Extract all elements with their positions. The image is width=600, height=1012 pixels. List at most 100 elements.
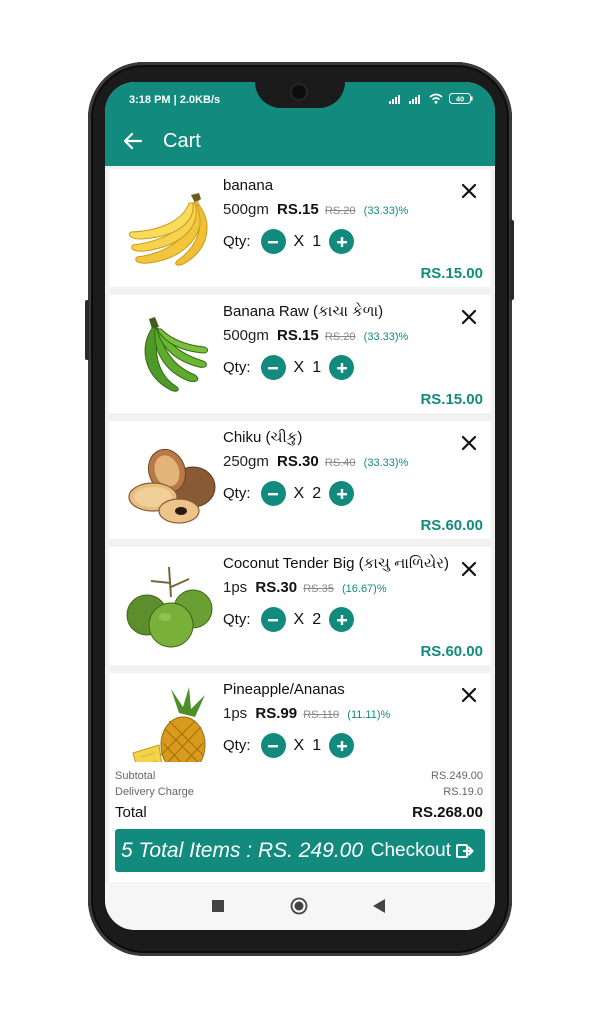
minus-button[interactable] [260,355,286,380]
plus-button[interactable] [329,607,355,632]
times-sign: X [293,232,305,250]
item-price: RS.30 [277,453,319,470]
wifi-icon [429,93,443,104]
cart-summary: Subtotal RS.249.00 Delivery Charge RS.19… [109,762,491,882]
signal-icon [409,94,420,104]
circle-icon[interactable] [290,897,308,915]
price-line: 1ps RS.30 RS.35 (16.67)% [223,579,387,596]
checkout-button[interactable]: 5 Total Items : RS. 249.00 Checkout [115,829,485,872]
battery-icon: 40 [449,93,473,104]
price-line: 500gm RS.15 RS.20 (33.33)% [223,201,408,218]
signal-icon [389,94,400,104]
item-unit: 500gm [223,201,269,218]
minus-button[interactable] [260,733,286,758]
price-line: 500gm RS.15 RS.20 (33.33)% [223,327,408,344]
square-icon[interactable] [212,900,224,912]
status-icons: 40 [389,93,473,104]
times-sign: X [293,610,305,628]
close-icon[interactable] [459,307,479,327]
minus-button[interactable] [260,607,286,632]
item-mrp: RS.35 [303,583,334,595]
qty-label: Qty: [223,611,251,628]
plus-icon [336,488,347,499]
cart-list[interactable]: banana 500gm RS.15 RS.20 (33.33)% Qty: X… [105,166,495,842]
close-icon[interactable] [459,433,479,453]
chiku-image [128,448,216,524]
minus-button[interactable] [260,481,286,506]
minus-icon [268,240,279,243]
front-camera [292,85,306,99]
plus-button[interactable] [329,229,355,254]
page-title: Cart [163,130,201,152]
plus-button[interactable] [329,355,355,380]
qty-value: 2 [312,484,322,502]
item-name: Chiku (ચીકુ) [223,429,303,446]
item-discount: (33.33)% [363,331,409,343]
subtotal-label: Subtotal [115,770,156,782]
price-line: 1ps RS.99 RS.110 (11.11)% [223,705,390,722]
minus-icon [268,618,279,621]
qty-value: 1 [312,358,322,376]
quantity-stepper: Qty: X 2 [223,481,355,506]
item-discount: (33.33)% [363,457,409,469]
checkout-label: Checkout [370,839,451,861]
item-discount: (11.11)% [347,709,391,721]
item-mrp: RS.20 [324,331,356,343]
qty-value: 1 [312,232,322,250]
price-line: 250gm RS.30 RS.40 (33.33)% [223,453,408,470]
coconut-image [126,566,213,648]
times-sign: X [293,736,305,754]
plus-icon [336,614,347,625]
delivery-row: Delivery Charge RS.19.0 [115,786,483,798]
qty-value: 1 [312,736,322,754]
triangle-back-icon[interactable] [373,899,385,913]
minus-icon [268,744,279,747]
qty-label: Qty: [223,233,251,250]
item-name: Coconut Tender Big (કાચુ નાળિયેર) [223,555,450,572]
item-unit: 250gm [223,453,269,470]
item-total: RS.15.00 [420,391,483,408]
cart-item: Chiku (ચીકુ) 250gm RS.30 RS.40 (33.33)% … [109,421,491,539]
plus-icon [336,236,347,247]
qty-label: Qty: [223,737,251,754]
qty-label: Qty: [223,359,251,376]
qty-label: Qty: [223,485,251,502]
close-icon[interactable] [459,685,479,705]
item-unit: 500gm [223,327,269,344]
item-mrp: RS.20 [324,205,356,217]
cart-item: banana 500gm RS.15 RS.20 (33.33)% Qty: X… [109,169,491,287]
plus-icon [336,362,347,373]
app-bar: Cart [105,118,495,166]
total-row: Total RS.268.00 [115,804,483,821]
arrow-left-icon[interactable] [121,129,145,153]
banana-image [128,193,208,266]
item-price: RS.15 [277,201,319,218]
item-name: banana [223,177,274,194]
total-items-text: 5 Total Items : RS. 249.00 [121,838,364,862]
item-price: RS.99 [255,705,298,722]
qty-value: 2 [312,610,322,628]
item-price: RS.15 [277,327,319,344]
item-mrp: RS.40 [324,457,356,469]
times-sign: X [293,358,305,376]
quantity-stepper: Qty: X 1 [223,733,355,758]
exit-arrow-icon [456,843,474,858]
item-mrp: RS.110 [303,709,340,721]
subtotal-row: Subtotal RS.249.00 [115,770,483,782]
close-icon[interactable] [459,181,479,201]
screen: 3:18 PM | 2.0KB/s 40 Cart banana 500gm R… [105,82,495,930]
plus-button[interactable] [329,733,355,758]
item-discount: (33.33)% [363,205,409,217]
delivery-value: RS.19.0 [443,786,483,798]
svg-text:40: 40 [456,95,464,104]
minus-icon [268,492,279,495]
item-price: RS.30 [255,579,298,596]
plus-button[interactable] [329,481,355,506]
item-unit: 1ps [223,705,248,722]
total-label: Total [115,804,147,821]
minus-button[interactable] [260,229,286,254]
power-button [510,220,514,300]
close-icon[interactable] [459,559,479,579]
item-name: Banana Raw (કાચા કેળા) [223,303,384,320]
item-total: RS.15.00 [420,265,483,282]
